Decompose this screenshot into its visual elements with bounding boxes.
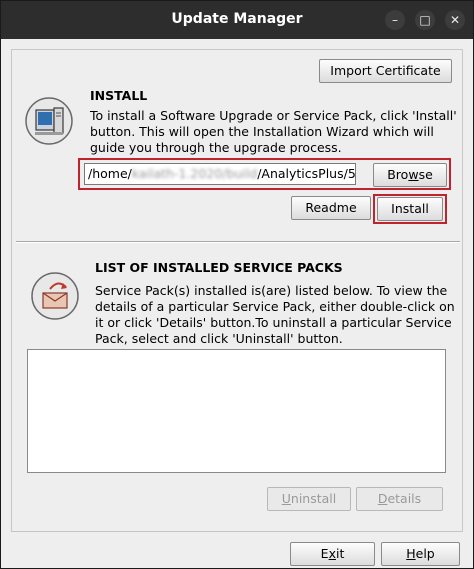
uninstall-button[interactable]: Uninstall xyxy=(267,487,351,511)
path-prefix: /home/ xyxy=(88,166,132,181)
import-certificate-button[interactable]: Import Certificate xyxy=(319,59,452,83)
path-obscured: kailath-1.2020/build xyxy=(131,166,258,181)
service-packs-heading: LIST OF INSTALLED SERVICE PACKS xyxy=(95,260,343,275)
minimize-icon[interactable]: – xyxy=(385,10,405,30)
update-manager-window: Update Manager – □ ✕ Import Certificate … xyxy=(0,0,474,569)
exit-button[interactable]: Exit xyxy=(290,542,375,566)
path-suffix: /AnalyticsPlus/5210 xyxy=(257,166,356,181)
install-path-field[interactable]: /home/kailath-1.2020/build/AnalyticsPlus… xyxy=(84,163,356,185)
footer-divider xyxy=(11,531,463,532)
service-pack-icon xyxy=(31,272,79,320)
install-description: To install a Software Upgrade or Service… xyxy=(90,108,457,155)
section-divider xyxy=(16,241,460,243)
computer-icon xyxy=(25,97,73,145)
readme-button[interactable]: Readme xyxy=(291,196,371,220)
help-button[interactable]: Help xyxy=(381,542,460,566)
maximize-icon[interactable]: □ xyxy=(415,10,435,30)
details-button[interactable]: Details xyxy=(356,487,443,511)
install-button[interactable]: Install xyxy=(377,197,443,221)
browse-button[interactable]: Browse xyxy=(373,163,447,187)
service-packs-description: Service Pack(s) installed is(are) listed… xyxy=(95,283,455,346)
close-icon[interactable]: ✕ xyxy=(445,10,465,30)
install-heading: INSTALL xyxy=(90,88,148,103)
installed-service-packs-list[interactable] xyxy=(27,349,446,473)
title-bar[interactable]: Update Manager – □ ✕ xyxy=(1,1,473,39)
